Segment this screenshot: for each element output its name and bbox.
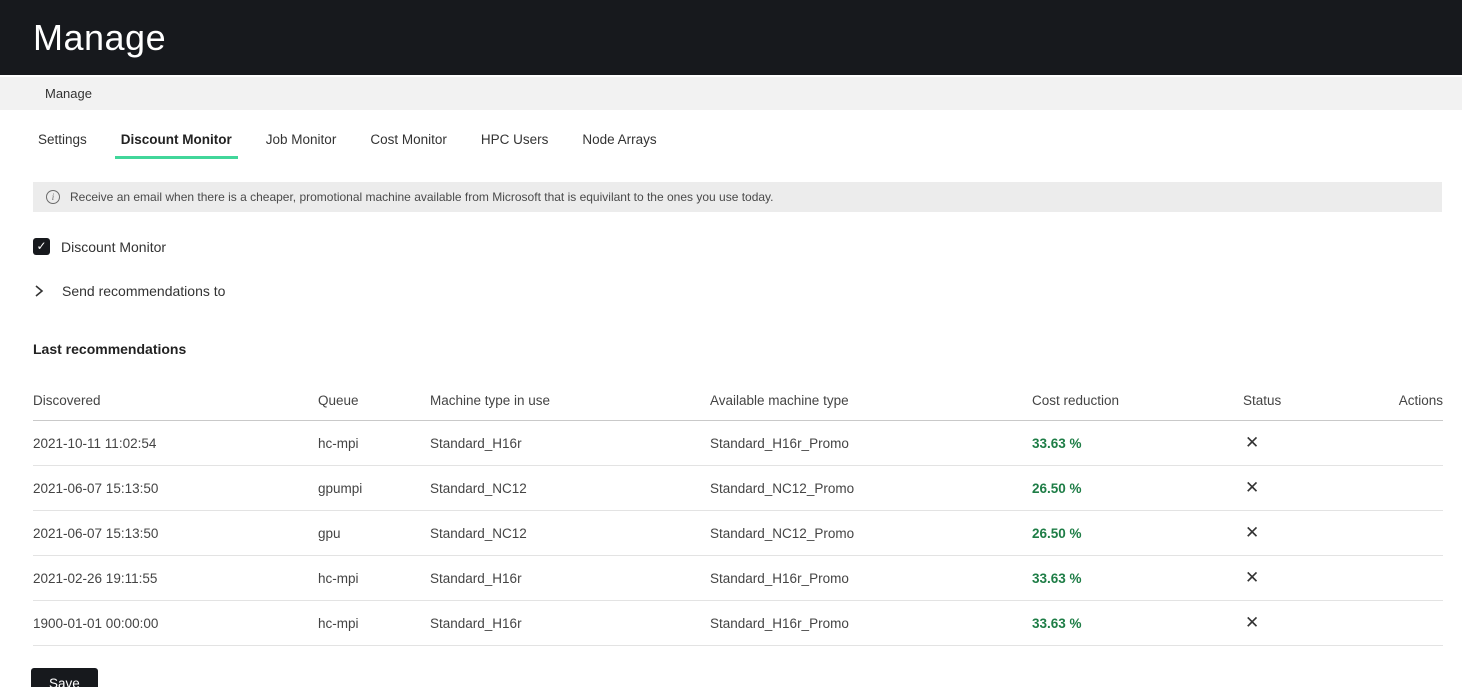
col-header-discovered: Discovered <box>33 385 318 421</box>
col-header-available-machine-type: Available machine type <box>710 385 1032 421</box>
recommendations-table: Discovered Queue Machine type in use Ava… <box>33 385 1443 646</box>
breadcrumb[interactable]: Manage <box>45 86 92 101</box>
table-header-row: Discovered Queue Machine type in use Ava… <box>33 385 1443 421</box>
col-header-actions: Actions <box>1397 385 1443 421</box>
discount-monitor-label: Discount Monitor <box>61 238 167 255</box>
cell-status: ✕ <box>1243 600 1397 646</box>
save-button[interactable]: Save <box>31 668 98 687</box>
info-banner: i Receive an email when there is a cheap… <box>33 182 1442 212</box>
cell-available-machine-type: Standard_NC12_Promo <box>710 510 1032 556</box>
cell-queue: gpumpi <box>318 465 430 511</box>
cell-machine-type-in-use: Standard_NC12 <box>430 510 710 556</box>
cell-discovered: 2021-06-07 15:13:50 <box>33 465 318 511</box>
status-dismiss-icon[interactable]: ✕ <box>1243 478 1261 498</box>
tab-settings[interactable]: Settings <box>38 132 87 159</box>
tab-cost-monitor[interactable]: Cost Monitor <box>370 132 447 159</box>
cell-status: ✕ <box>1243 465 1397 511</box>
cell-available-machine-type: Standard_NC12_Promo <box>710 465 1032 511</box>
cell-queue: hc-mpi <box>318 600 430 646</box>
cell-discovered: 2021-02-26 19:11:55 <box>33 555 318 601</box>
chevron-right-icon[interactable] <box>33 285 45 297</box>
tab-hpc-users[interactable]: HPC Users <box>481 132 549 159</box>
status-dismiss-icon[interactable]: ✕ <box>1243 613 1261 633</box>
cell-actions <box>1397 510 1443 556</box>
cell-status: ✕ <box>1243 555 1397 601</box>
cell-machine-type-in-use: Standard_H16r <box>430 600 710 646</box>
col-header-machine-type-in-use: Machine type in use <box>430 385 710 421</box>
app-header: Manage <box>0 0 1462 75</box>
cell-actions <box>1397 420 1443 466</box>
cell-status: ✕ <box>1243 510 1397 556</box>
discount-monitor-checkbox[interactable]: ✓ <box>33 238 50 255</box>
status-dismiss-icon[interactable]: ✕ <box>1243 523 1261 543</box>
send-recommendations-section[interactable]: Send recommendations to <box>33 283 1462 299</box>
cell-cost-reduction: 33.63 % <box>1032 600 1243 646</box>
cell-status: ✕ <box>1243 420 1397 466</box>
cell-cost-reduction: 26.50 % <box>1032 510 1243 556</box>
status-dismiss-icon[interactable]: ✕ <box>1243 568 1261 588</box>
cell-cost-reduction: 26.50 % <box>1032 465 1243 511</box>
col-header-queue: Queue <box>318 385 430 421</box>
cell-machine-type-in-use: Standard_H16r <box>430 555 710 601</box>
cell-cost-reduction: 33.63 % <box>1032 420 1243 466</box>
cell-available-machine-type: Standard_H16r_Promo <box>710 555 1032 601</box>
cell-available-machine-type: Standard_H16r_Promo <box>710 600 1032 646</box>
cell-queue: hc-mpi <box>318 555 430 601</box>
tabs: Settings Discount Monitor Job Monitor Cost … <box>0 132 1462 160</box>
discount-monitor-checkbox-row: ✓ Discount Monitor <box>33 238 1462 255</box>
table-row: 2021-06-07 15:13:50 gpu Standard_NC12 Stand… <box>33 510 1443 556</box>
cell-discovered: 1900-01-01 00:00:00 <box>33 600 318 646</box>
cell-actions <box>1397 465 1443 511</box>
page-title: Manage <box>33 16 167 58</box>
tab-node-arrays[interactable]: Node Arrays <box>582 132 656 159</box>
cell-cost-reduction: 33.63 % <box>1032 555 1243 601</box>
recommendations-table-body: 2021-10-11 11:02:54 hc-mpi Standard_H16r St… <box>33 420 1443 646</box>
tab-discount-monitor[interactable]: Discount Monitor <box>114 132 238 159</box>
table-row: 1900-01-01 00:00:00 hc-mpi Standard_H16r St… <box>33 600 1443 646</box>
cell-available-machine-type: Standard_H16r_Promo <box>710 420 1032 466</box>
cell-machine-type-in-use: Standard_NC12 <box>430 465 710 511</box>
table-row: 2021-06-07 15:13:50 gpumpi Standard_NC12 St… <box>33 465 1443 511</box>
cell-actions <box>1397 600 1443 646</box>
send-recommendations-label: Send recommendations to <box>62 283 226 299</box>
table-row: 2021-02-26 19:11:55 hc-mpi Standard_H16r St… <box>33 555 1443 601</box>
cell-discovered: 2021-06-07 15:13:50 <box>33 510 318 556</box>
tab-job-monitor[interactable]: Job Monitor <box>266 132 337 159</box>
col-header-status: Status <box>1243 385 1397 421</box>
status-dismiss-icon[interactable]: ✕ <box>1243 433 1261 453</box>
cell-queue: hc-mpi <box>318 420 430 466</box>
breadcrumb-bar: Manage <box>0 77 1462 110</box>
last-recommendations-title: Last recommendations <box>33 341 187 357</box>
cell-queue: gpu <box>318 510 430 556</box>
col-header-cost-reduction: Cost reduction <box>1032 385 1243 421</box>
cell-discovered: 2021-10-11 11:02:54 <box>33 420 318 466</box>
cell-actions <box>1397 555 1443 601</box>
info-banner-text: Receive an email when there is a cheaper… <box>70 190 774 204</box>
cell-machine-type-in-use: Standard_H16r <box>430 420 710 466</box>
info-icon: i <box>46 190 60 204</box>
table-row: 2021-10-11 11:02:54 hc-mpi Standard_H16r St… <box>33 420 1443 466</box>
